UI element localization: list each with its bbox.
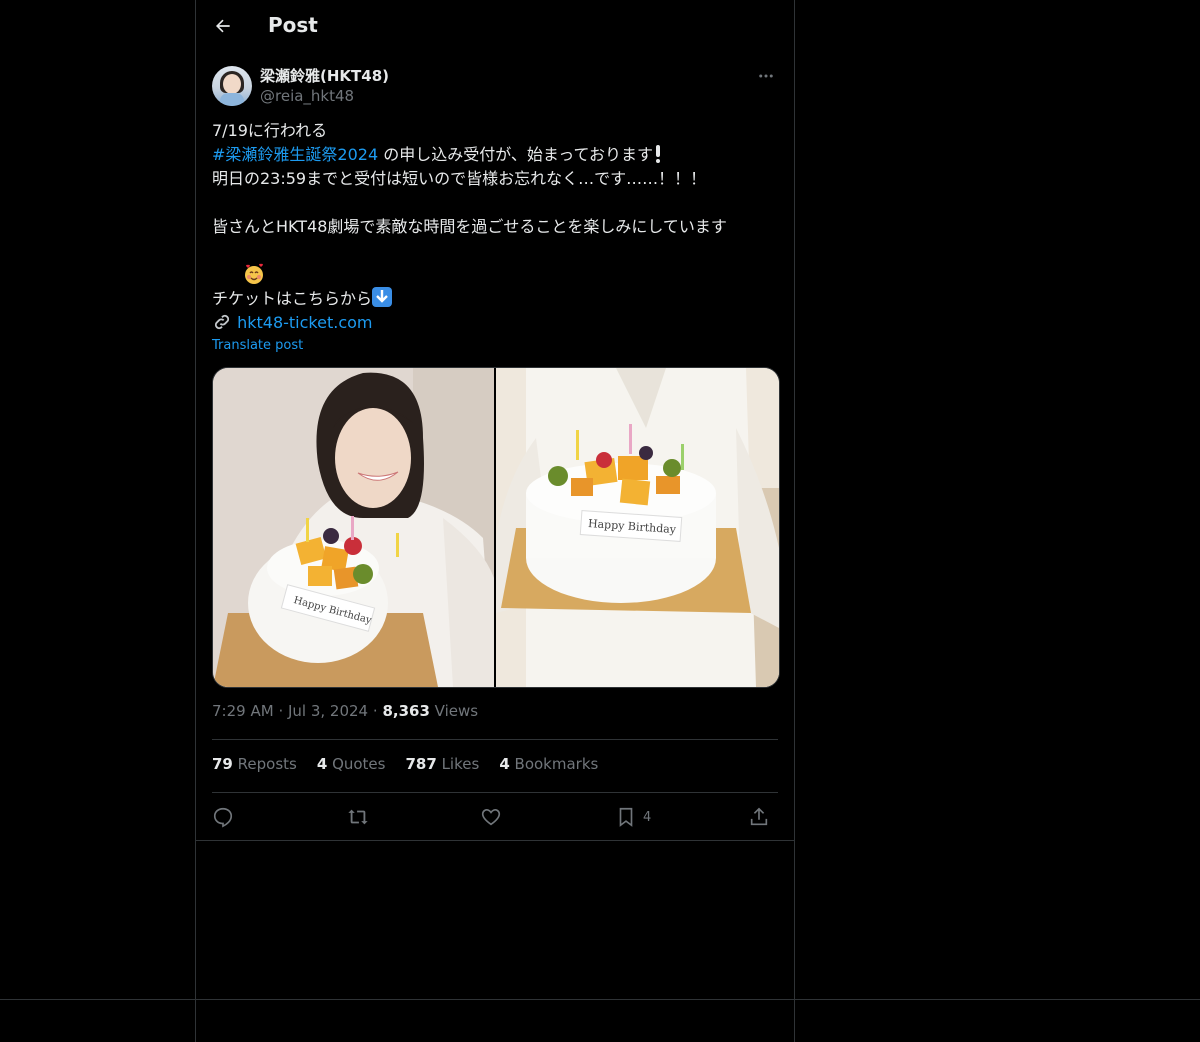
divider [212,792,778,793]
bookmarks-stat[interactable]: 4 Bookmarks [499,755,598,773]
page-title: Post [268,13,318,37]
post-line-text: チケットはこちらから [212,289,373,308]
column-border-left [195,0,196,1042]
bookmark-icon [619,807,633,827]
post-time[interactable]: 7:29 AM [212,702,274,720]
reply-button[interactable] [212,805,234,829]
share-icon [750,807,768,826]
link-emoji-icon [214,314,230,330]
more-icon [759,74,773,78]
smiling-hearts-emoji-icon [244,263,263,284]
hashtag-link[interactable]: #梁瀬鈴雅生誕祭2024 [212,145,378,164]
post-author: 梁瀬鈴雅(HKT48) @reia_hkt48 [212,64,778,108]
post-line: #梁瀬鈴雅生誕祭2024 の申し込み受付が、始まっております [212,143,778,167]
post-line [212,239,778,284]
share-button[interactable] [748,805,770,829]
ticket-link[interactable]: hkt48-ticket.com [237,313,372,332]
exclamation-emoji-icon [655,145,661,163]
reposts-stat[interactable]: 79 Reposts [212,755,297,773]
post-text: 7/19に行われる #梁瀬鈴雅生誕祭2024 の申し込み受付が、始まっております… [212,119,778,335]
down-arrow-emoji-icon [372,287,393,307]
author-handle[interactable]: @reia_hkt48 [260,87,354,105]
translate-post-link[interactable]: Translate post [212,338,303,353]
like-button[interactable] [480,805,502,829]
media-grid: Happy Birthday Happy Birthday [212,367,780,688]
more-button[interactable] [754,64,778,88]
post-photo[interactable]: Happy Birthday [213,368,494,687]
post-meta: 7:29 AM · Jul 3, 2024 · 8,363 Views [212,702,479,720]
post-line: チケットはこちらから [212,287,778,311]
post-line: 7/19に行われる [212,121,328,140]
column-border-right [794,0,795,1042]
post-line: hkt48-ticket.com [212,311,778,335]
likes-stat[interactable]: 787 Likes [405,755,479,773]
divider [196,840,794,841]
post-actions: 4 [212,803,778,831]
photo-illustration: Happy Birthday [213,368,494,687]
author-display-name[interactable]: 梁瀬鈴雅(HKT48) [260,65,389,86]
back-button[interactable] [208,11,238,41]
post-stats: 79 Reposts 4 Quotes 787 Likes 4 Bookmark… [212,755,598,773]
post-photo[interactable]: Happy Birthday [496,368,779,687]
bookmark-button[interactable]: 4 [615,805,651,829]
post-line: 皆さんとHKT48劇場で素敵な時間を過ごせることを楽しみにしています [212,217,727,236]
bookmark-count: 4 [643,809,652,825]
views-count: 8,363 [382,702,430,720]
post-line-text: の申し込み受付が、始まっております [378,145,653,164]
reply-icon [213,807,233,828]
quotes-stat[interactable]: 4 Quotes [317,755,386,773]
views-label: Views [434,702,479,720]
repost-icon [348,809,368,825]
photo-illustration: Happy Birthday [496,368,779,687]
bottom-divider [0,999,1200,1000]
post-header: Post [196,0,794,53]
back-arrow-icon [216,19,230,33]
post-date[interactable]: Jul 3, 2024 [288,702,368,720]
avatar[interactable] [212,66,252,106]
like-icon [481,809,501,826]
post-line: 明日の23:59までと受付は短いので皆様お忘れなく…です……！！！ [212,169,707,188]
repost-button[interactable] [346,805,370,829]
divider [212,739,778,740]
